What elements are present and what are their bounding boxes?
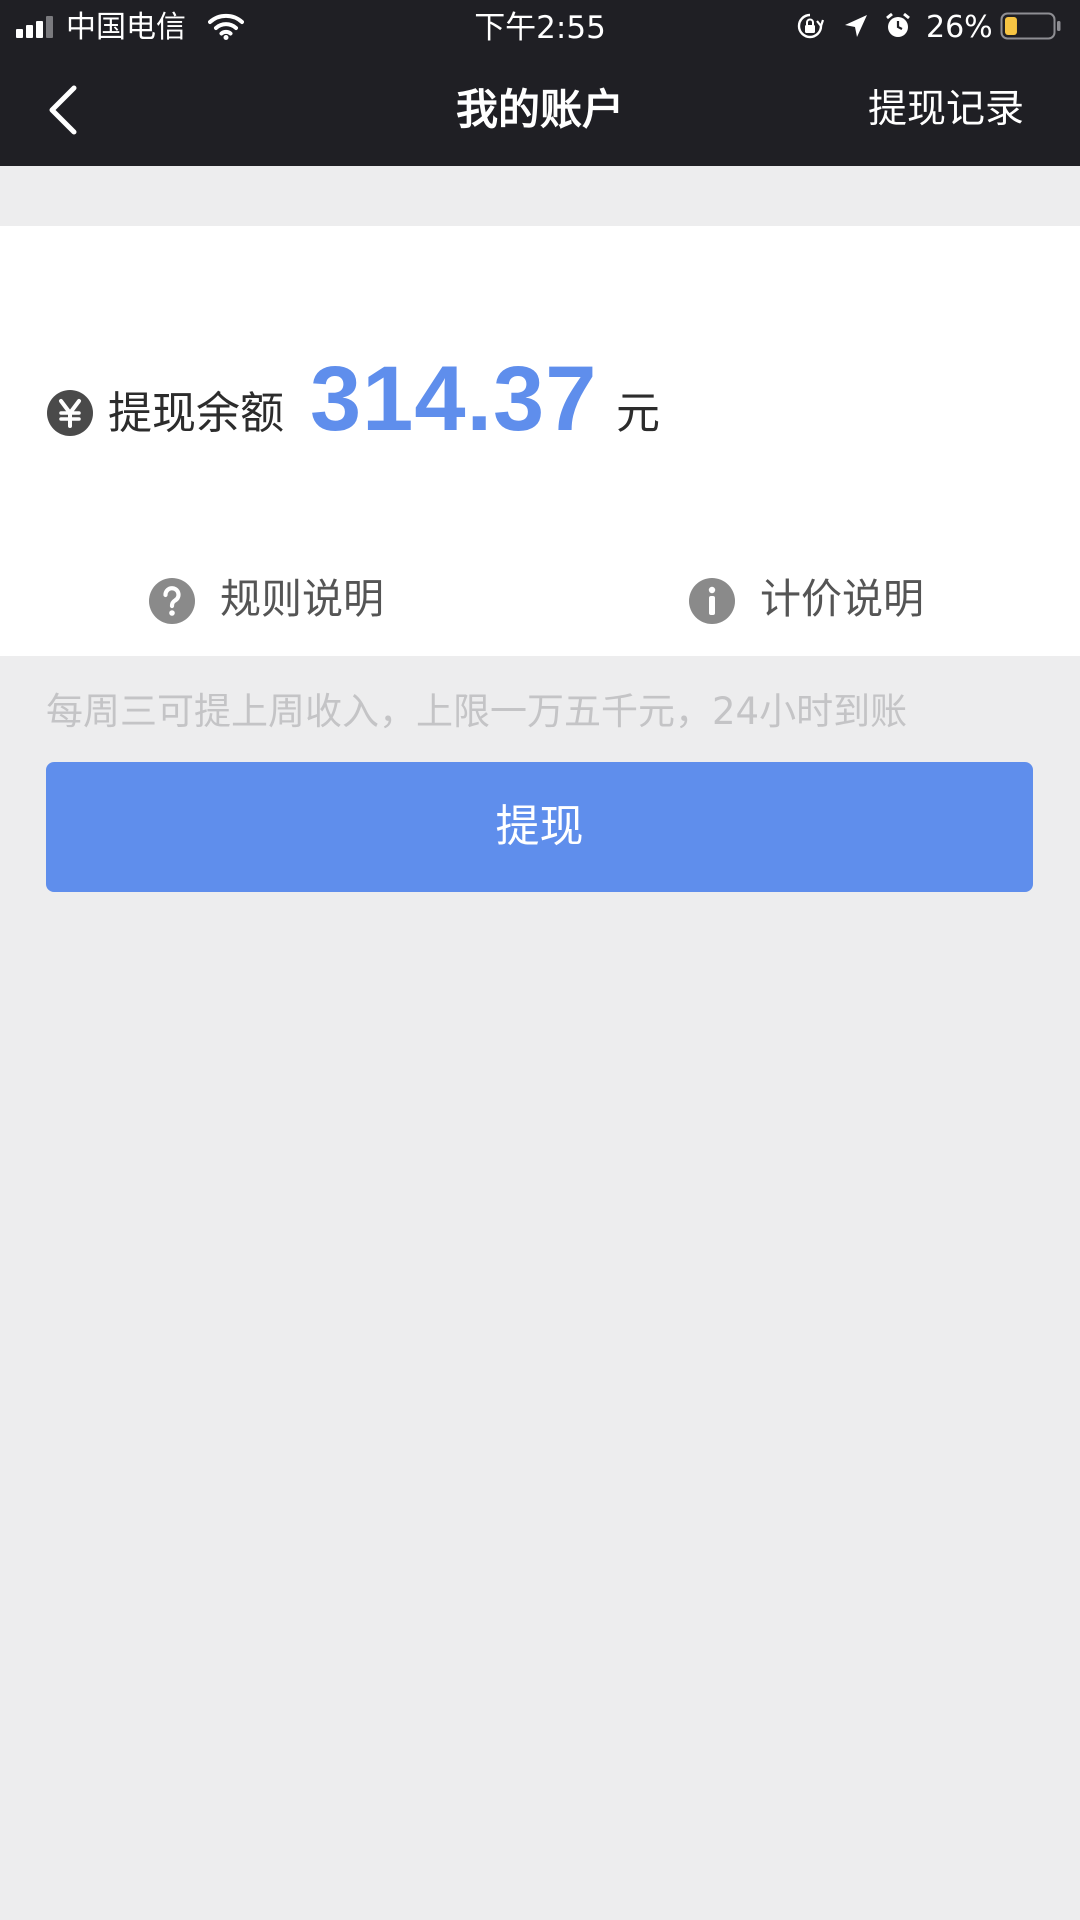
pricing-label: 计价说明 xyxy=(760,575,924,623)
account-page: 中国电信 下午2:55 26% 我的账户 提现记录 提现余额 314.37 元 … xyxy=(0,0,1080,1920)
balance-unit: 元 xyxy=(616,388,660,439)
alarm-icon xyxy=(886,12,910,37)
pricing-link[interactable]: 计价说明 xyxy=(688,571,948,627)
nav-bar: 我的账户 提现记录 xyxy=(0,56,1080,166)
status-time: 下午2:55 xyxy=(474,10,606,46)
balance-card: 提现余额 314.37 元 规则说明 计价说明 xyxy=(0,226,1080,656)
rules-label: 规则说明 xyxy=(220,575,384,623)
status-bar: 中国电信 下午2:55 26% xyxy=(0,0,1080,56)
orientation-lock-icon xyxy=(797,13,824,39)
withdraw-button[interactable]: 提现 xyxy=(46,762,1033,892)
rules-link[interactable]: 规则说明 xyxy=(148,571,408,627)
balance-amount: 314.37 xyxy=(310,348,598,450)
balance-label: 提现余额 xyxy=(108,388,284,439)
withdraw-hint: 每周三可提上周收入，上限一万五千元，24小时到账 xyxy=(46,690,908,733)
battery-percent: 26% xyxy=(926,10,993,45)
yen-icon xyxy=(47,390,93,436)
question-icon xyxy=(149,578,195,624)
battery-icon xyxy=(1000,12,1061,40)
top-header: 中国电信 下午2:55 26% 我的账户 提现记录 xyxy=(0,0,1080,166)
location-icon xyxy=(845,15,867,37)
withdraw-history-link[interactable]: 提现记录 xyxy=(868,56,1024,164)
info-icon xyxy=(689,578,735,624)
